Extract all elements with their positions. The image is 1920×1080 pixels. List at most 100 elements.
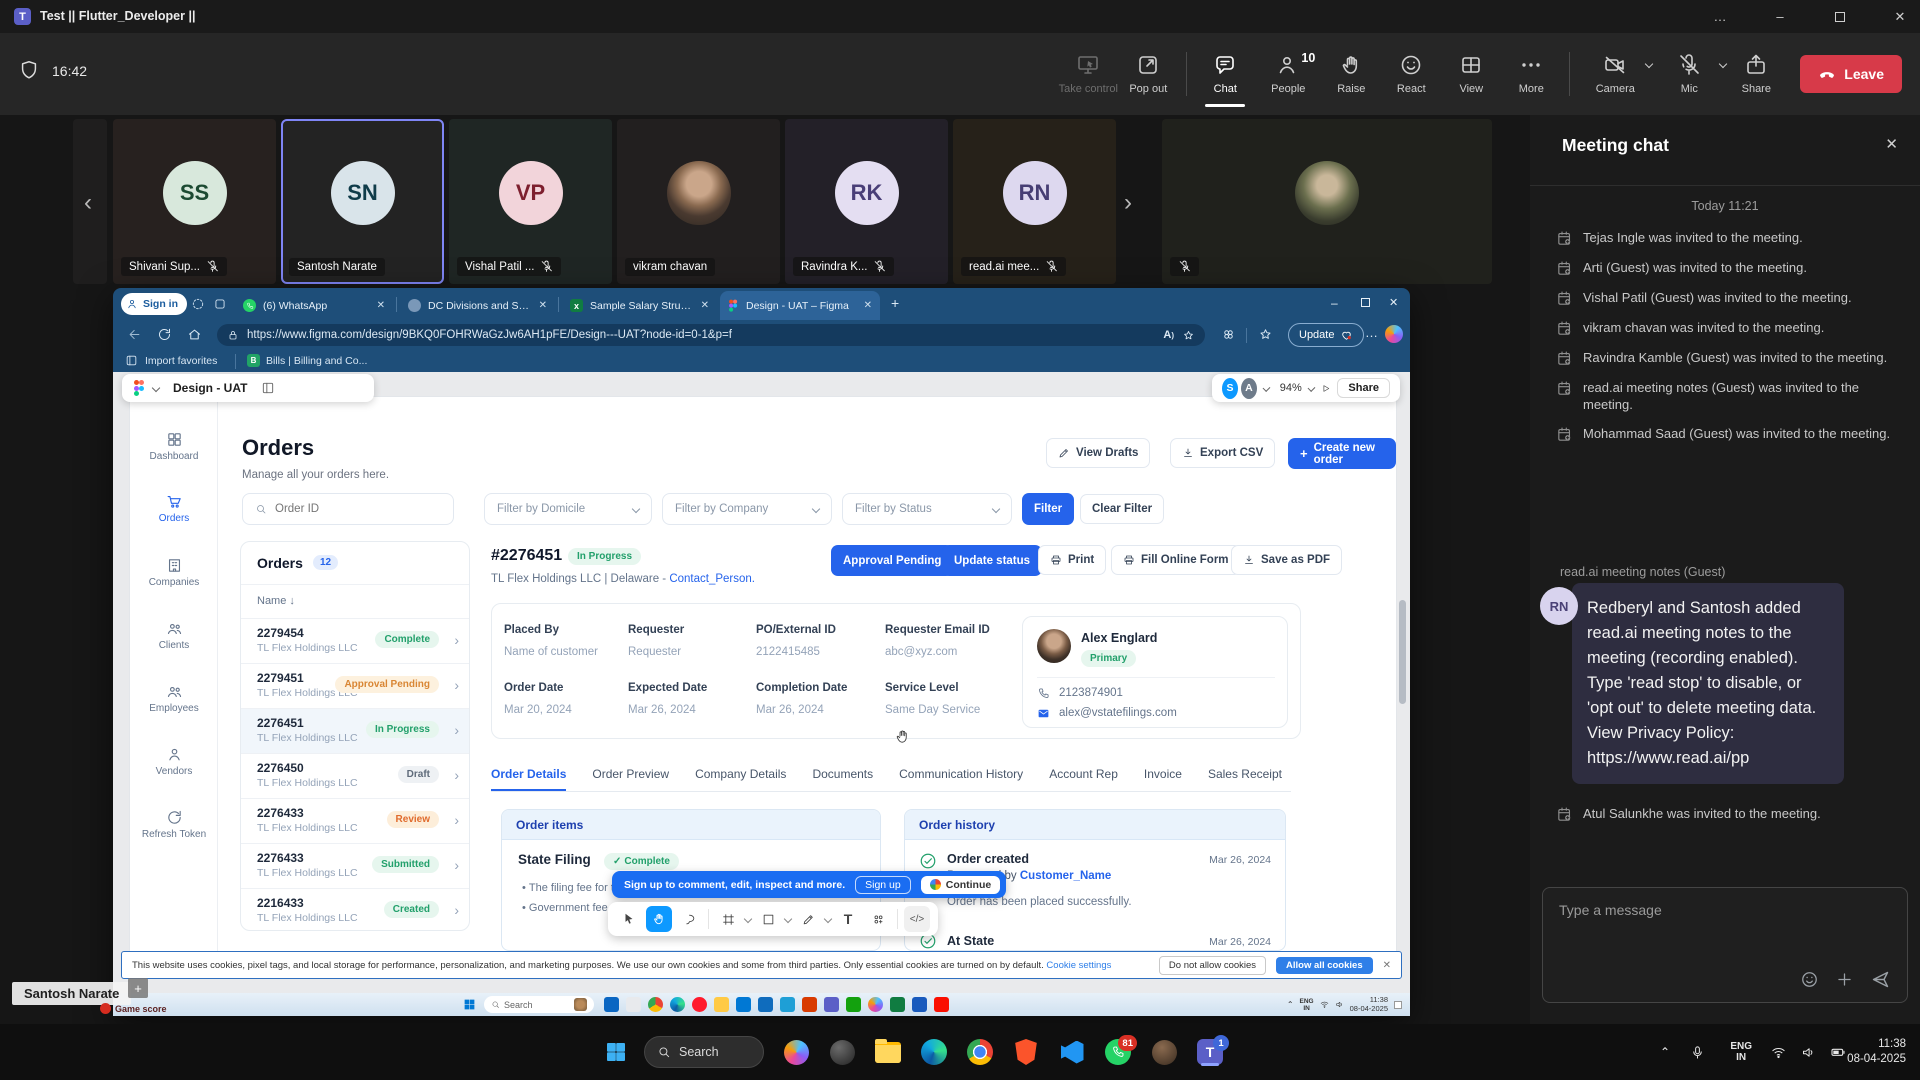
taskbar-search[interactable]: Search	[644, 1036, 764, 1068]
wifi-icon[interactable]	[1771, 1024, 1786, 1080]
view-button[interactable]: View	[1441, 39, 1501, 109]
mic-button[interactable]: Mic	[1652, 39, 1726, 109]
dev-mode-toggle[interactable]: </>	[904, 906, 930, 932]
tab-account-rep[interactable]: Account Rep	[1049, 767, 1118, 791]
shared-notification-icon[interactable]	[1394, 1001, 1402, 1009]
frame-tool-chevron-icon[interactable]	[744, 915, 752, 923]
clear-filter-button[interactable]: Clear Filter	[1080, 494, 1164, 524]
sidebar-item-companies[interactable]: Companies	[130, 557, 218, 588]
presenter-tag-expand-icon[interactable]: +	[128, 978, 148, 998]
figma-share-button[interactable]: Share	[1337, 378, 1390, 398]
tab-close-icon[interactable]: ✕	[377, 300, 385, 311]
shape-tool-chevron-icon[interactable]	[784, 915, 792, 923]
collaborators-chevron-icon[interactable]	[1262, 384, 1270, 392]
browser-tab-dc-divisions[interactable]: DC Divisions and Surroundings✕	[400, 291, 555, 320]
sidebar-item-clients[interactable]: Clients	[130, 620, 218, 651]
pop-out-button[interactable]: Pop out	[1118, 39, 1178, 109]
filter-domicile-select[interactable]: Filter by Domicile	[484, 493, 652, 525]
tab-close-icon[interactable]: ✕	[864, 300, 872, 311]
cookie-settings-link[interactable]: Cookie settings	[1046, 960, 1111, 971]
browser-tab-whatsapp[interactable]: (6) WhatsApp✕	[235, 291, 393, 320]
sidebar-item-employees[interactable]: Employees	[130, 683, 218, 714]
chat-close-icon[interactable]: ✕	[1885, 135, 1898, 153]
tray-chevron[interactable]: ⌃	[1660, 1024, 1670, 1080]
participant-tile[interactable]: RN read.ai mee...	[953, 119, 1116, 284]
sidebar-item-orders[interactable]: Orders	[130, 493, 218, 524]
export-csv-button[interactable]: Export CSV	[1170, 438, 1275, 468]
save-as-pdf-button[interactable]: Save as PDF	[1231, 545, 1342, 575]
send-icon[interactable]	[1870, 969, 1891, 990]
battery-icon[interactable]	[1830, 1024, 1846, 1080]
browser-tab-excel-sheet[interactable]: x Sample Salary Structure with calc✕	[562, 291, 717, 320]
maximize-button[interactable]	[1820, 0, 1860, 33]
order-row[interactable]: 2216433TL Flex Holdings LLC Created›	[241, 888, 469, 931]
allow-cookies-button[interactable]: Allow all cookies	[1276, 957, 1373, 974]
refresh-icon[interactable]	[157, 327, 172, 342]
collaborator-avatar[interactable]: S	[1222, 378, 1238, 399]
shape-tool-icon[interactable]	[755, 906, 781, 932]
view-drafts-button[interactable]: View Drafts	[1046, 438, 1150, 468]
back-icon[interactable]	[127, 327, 142, 342]
order-id-input[interactable]	[275, 503, 435, 515]
contact-phone[interactable]: 2123874901	[1059, 687, 1123, 699]
resources-tool-icon[interactable]	[865, 906, 891, 932]
browser-close-icon[interactable]: ✕	[1389, 296, 1398, 309]
read-aloud-icon[interactable]: A)	[1163, 329, 1174, 341]
shared-app-icon-chrome[interactable]	[648, 997, 663, 1012]
customer-name-link[interactable]: Customer_Name	[1020, 870, 1111, 882]
shared-search-box[interactable]: Search	[484, 996, 594, 1013]
favorite-star-icon[interactable]	[1182, 329, 1195, 342]
shared-language-indicator[interactable]: ENGIN	[1300, 998, 1314, 1012]
taskbar-clock[interactable]: 11:3808-04-2025	[1847, 1024, 1906, 1080]
taskbar-edge-icon[interactable]	[918, 1036, 950, 1068]
order-row[interactable]: 2279451TL Flex Holdings LLC Approval Pen…	[241, 663, 469, 708]
figma-doc-title[interactable]: Design - UAT	[173, 381, 247, 395]
people-button[interactable]: 10 People	[1255, 39, 1321, 109]
sidebar-item-refresh-token[interactable]: Refresh Token	[130, 809, 218, 840]
filter-apply-button[interactable]: Filter	[1022, 493, 1074, 525]
shared-app-icon-excel[interactable]	[890, 997, 905, 1012]
react-button[interactable]: React	[1381, 39, 1441, 109]
camera-button[interactable]: Camera	[1578, 39, 1652, 109]
pen-tool-chevron-icon[interactable]	[824, 915, 832, 923]
language-indicator[interactable]: ENGIN	[1730, 1024, 1752, 1080]
shared-app-icon-calculator[interactable]	[736, 997, 751, 1012]
shared-app-icon-edge[interactable]	[670, 997, 685, 1012]
tab-invoice[interactable]: Invoice	[1144, 767, 1182, 791]
start-button[interactable]	[600, 1036, 632, 1068]
contact-email[interactable]: alex@vstatefilings.com	[1059, 707, 1177, 719]
chat-input-box[interactable]	[1542, 887, 1908, 1003]
lasso-tool-icon[interactable]	[676, 906, 702, 932]
shared-app-icon-word[interactable]	[912, 997, 927, 1012]
move-tool-icon[interactable]	[616, 906, 642, 932]
text-tool-icon[interactable]: T	[835, 906, 861, 932]
browser-update-button[interactable]: Update	[1288, 323, 1364, 347]
tab-documents[interactable]: Documents	[812, 767, 873, 791]
close-button[interactable]: ✕	[1880, 0, 1920, 33]
browser-signin-chip[interactable]: Sign in	[121, 293, 187, 315]
bookmark-import-favorites[interactable]: Import favorites	[145, 355, 217, 367]
scroll-left-icon[interactable]: ‹	[84, 189, 92, 217]
browser-tab-figma-active[interactable]: Design - UAT – Figma✕	[720, 291, 880, 320]
shared-wifi-icon[interactable]	[1320, 1000, 1329, 1009]
taskbar-vscode-icon[interactable]	[1056, 1036, 1088, 1068]
column-header[interactable]: Name ↓	[257, 595, 295, 607]
titlebar-more-icon[interactable]: …	[1700, 0, 1740, 33]
copilot-icon[interactable]	[1385, 325, 1403, 343]
chat-message-input[interactable]	[1547, 892, 1897, 928]
tab-close-icon[interactable]: ✕	[701, 300, 709, 311]
figma-menu-chevron-icon[interactable]	[152, 384, 160, 392]
shared-app-icon-teams[interactable]	[824, 997, 839, 1012]
participant-tile-spotlight[interactable]	[1162, 119, 1492, 284]
deny-cookies-button[interactable]: Do not allow cookies	[1159, 956, 1266, 975]
tab-order-preview[interactable]: Order Preview	[592, 767, 669, 791]
shared-start-icon[interactable]	[463, 998, 476, 1011]
volume-icon[interactable]	[1801, 1024, 1816, 1080]
taskbar-chrome-icon[interactable]	[964, 1036, 996, 1068]
new-tab-icon[interactable]: +	[891, 295, 899, 311]
scrollbar-thumb[interactable]	[1399, 600, 1406, 704]
shared-app-icon-light[interactable]	[626, 997, 641, 1012]
present-icon[interactable]	[1321, 382, 1331, 395]
chat-button[interactable]: Chat	[1195, 39, 1255, 109]
order-row[interactable]: 2279454TL Flex Holdings LLC Complete›	[241, 618, 469, 663]
